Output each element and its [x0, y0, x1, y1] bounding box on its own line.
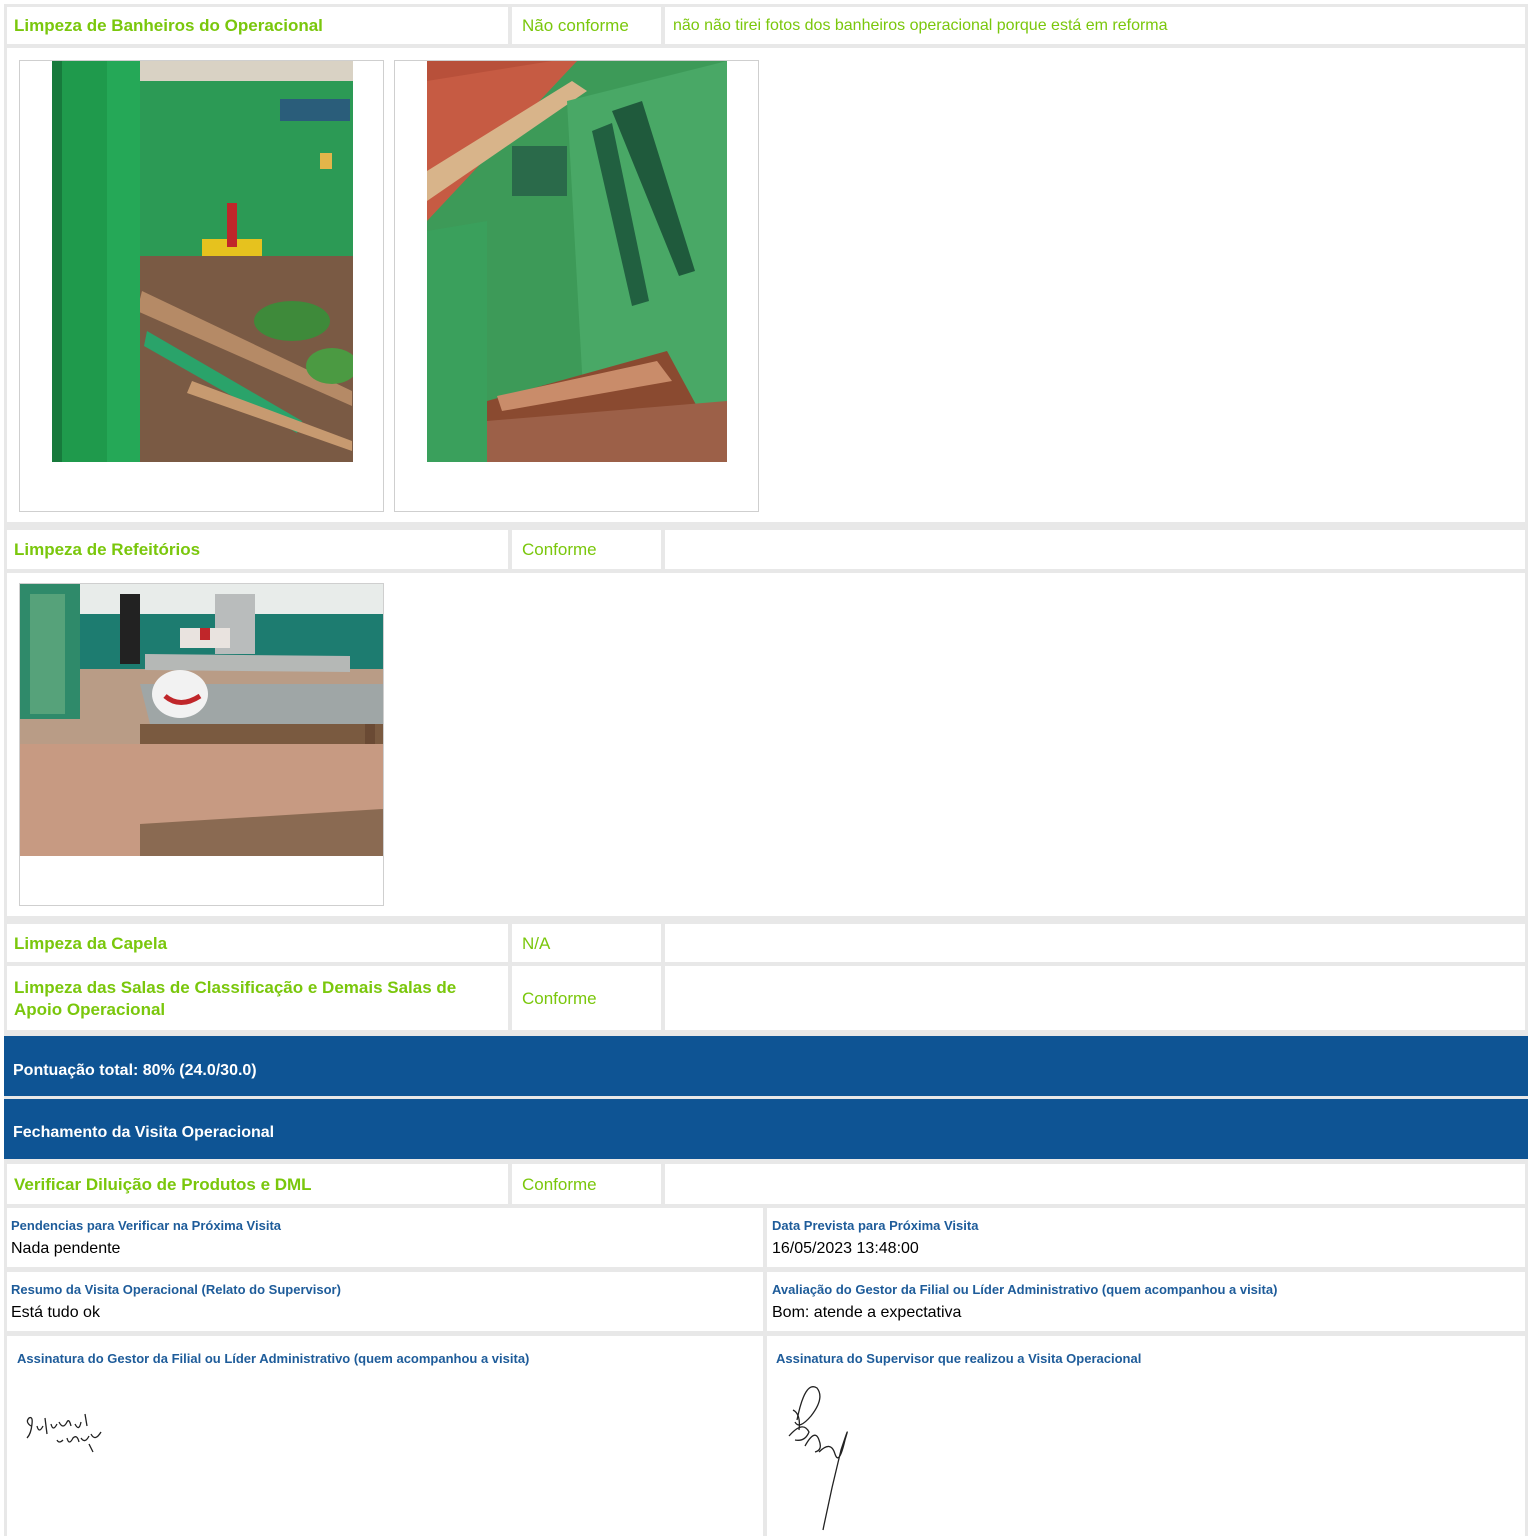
closing-section-title: Fechamento da Visita Operacional — [13, 1124, 275, 1141]
closing-item-status: Conforme — [522, 1175, 597, 1194]
photo-frame[interactable] — [19, 583, 384, 906]
section-title-cell: Limpeza das Salas de Classificação e Dem… — [7, 966, 508, 1030]
section-comment-cell — [665, 966, 1525, 1030]
summary-field: Resumo da Visita Operacional (Relato do … — [7, 1272, 763, 1331]
photo-frame[interactable] — [19, 60, 384, 512]
supervisor-signature-label: Assinatura do Supervisor que realizou a … — [776, 1351, 1142, 1366]
section-status: Conforme — [522, 989, 597, 1008]
manager-signature-label: Assinatura do Gestor da Filial ou Líder … — [17, 1351, 530, 1366]
score-total-text: Pontuação total: 80% (24.0/30.0) — [13, 1062, 257, 1079]
supervisor-signature-image — [775, 1380, 875, 1536]
section-status-cell: N/A — [512, 924, 661, 962]
next-visit-field: Data Prevista para Próxima Visita 16/05/… — [767, 1208, 1525, 1267]
section-status-cell: Conforme — [512, 966, 661, 1030]
section-title: Limpeza da Capela — [14, 934, 168, 953]
manager-signature-image — [23, 1404, 133, 1464]
bathroom-hallway-photo — [427, 61, 727, 462]
section-title-cell: Limpeza de Refeitórios — [7, 530, 508, 569]
section-title: Limpeza de Refeitórios — [14, 540, 201, 559]
section-title-cell: Limpeza de Banheiros do Operacional — [7, 7, 508, 44]
score-total-bar: Pontuação total: 80% (24.0/30.0) — [4, 1036, 1528, 1096]
section-title: Limpeza de Banheiros do Operacional — [14, 16, 323, 35]
section-comment-cell: não não tirei fotos dos banheiros operac… — [665, 7, 1525, 44]
evaluation-label: Avaliação do Gestor da Filial ou Líder A… — [772, 1282, 1278, 1297]
pending-value: Nada pendente — [11, 1240, 121, 1257]
supervisor-signature-box: Assinatura do Supervisor que realizou a … — [767, 1336, 1525, 1536]
supervisor-signature-drawing — [788, 1386, 848, 1531]
pending-field: Pendencias para Verificar na Próxima Vis… — [7, 1208, 763, 1267]
summary-label: Resumo da Visita Operacional (Relato do … — [11, 1282, 341, 1297]
photo-frame[interactable] — [394, 60, 759, 512]
closing-item-title-cell: Verificar Diluição de Produtos e DML — [7, 1164, 508, 1204]
section-title: Limpeza das Salas de Classificação e Dem… — [14, 978, 457, 1019]
evaluation-field: Avaliação do Gestor da Filial ou Líder A… — [767, 1272, 1525, 1331]
summary-value: Está tudo ok — [11, 1304, 100, 1321]
photo-gallery — [7, 48, 1525, 522]
photo-gallery — [7, 573, 1525, 916]
manager-signature-box: Assinatura do Gestor da Filial ou Líder … — [7, 1336, 763, 1536]
bathroom-construction-photo — [52, 61, 353, 462]
next-visit-value: 16/05/2023 13:48:00 — [772, 1240, 919, 1257]
next-visit-label: Data Prevista para Próxima Visita — [772, 1218, 979, 1233]
closing-item-comment-cell — [665, 1164, 1525, 1204]
closing-item-status-cell: Conforme — [512, 1164, 661, 1204]
section-comment-cell — [665, 924, 1525, 962]
section-title-cell: Limpeza da Capela — [7, 924, 508, 962]
pending-label: Pendencias para Verificar na Próxima Vis… — [11, 1218, 282, 1233]
section-status: Não conforme — [522, 16, 629, 35]
closing-section-bar: Fechamento da Visita Operacional — [4, 1099, 1528, 1159]
section-status: N/A — [522, 934, 551, 953]
section-comment-cell — [665, 530, 1525, 569]
section-status-cell: Não conforme — [512, 7, 661, 44]
section-status-cell: Conforme — [512, 530, 661, 569]
section-comment: não não tirei fotos dos banheiros operac… — [673, 17, 1168, 34]
manager-signature-drawing — [26, 1413, 102, 1453]
evaluation-value: Bom: atende a expectativa — [772, 1304, 962, 1321]
closing-item-title: Verificar Diluição de Produtos e DML — [14, 1175, 312, 1194]
section-status: Conforme — [522, 540, 597, 559]
dining-room-photo — [20, 584, 383, 856]
